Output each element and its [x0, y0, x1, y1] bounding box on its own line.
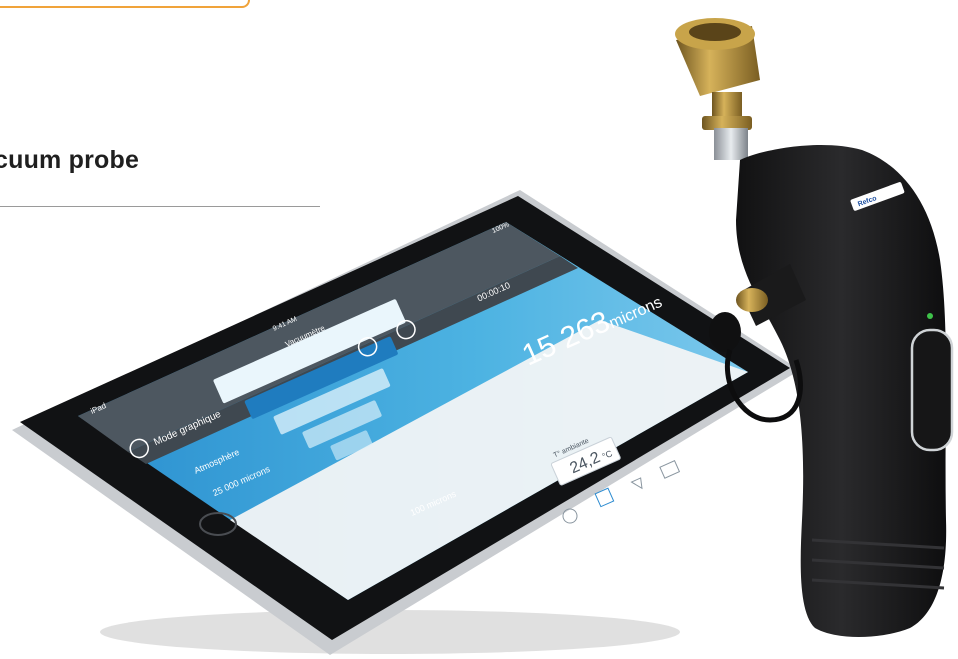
probe-power-button	[910, 328, 954, 452]
tab-reports-icon	[659, 460, 681, 479]
brass-collar	[702, 116, 752, 130]
brass-stem	[712, 92, 742, 120]
side-port-fitting	[736, 288, 768, 312]
side-port-cap	[709, 312, 741, 352]
product-photo: iPad 9:41 AM 100% Vacuumètre Mode graphi…	[0, 0, 958, 659]
probe-status-led	[927, 313, 933, 319]
tab-settings-icon	[630, 477, 643, 490]
brass-nut-hole	[689, 23, 741, 41]
steel-neck	[714, 128, 748, 160]
